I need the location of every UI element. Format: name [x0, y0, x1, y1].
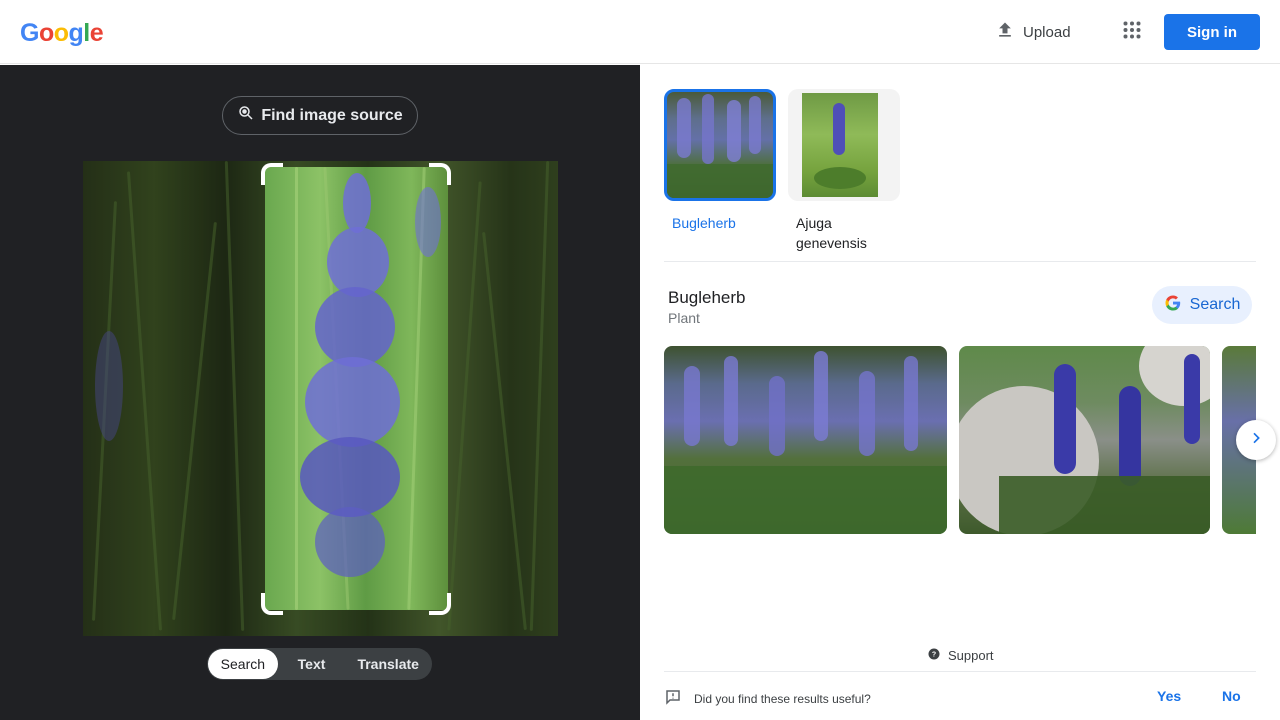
feedback-icon [664, 688, 682, 709]
crop-handle-top-left[interactable] [261, 163, 283, 185]
entity-title: Bugleherb [668, 288, 746, 307]
carousel-next-button[interactable] [1236, 420, 1276, 460]
upload-label: Upload [1023, 23, 1071, 41]
entity-thumbnail [788, 89, 900, 201]
feedback-question: Did you find these results useful? [664, 688, 871, 709]
crop-handle-bottom-right[interactable] [429, 593, 451, 615]
feedback-no-button[interactable]: No [1222, 688, 1241, 704]
find-image-source-label: Find image source [261, 106, 403, 124]
entity-search-button[interactable]: Search [1152, 286, 1252, 324]
support-label: Support [948, 648, 994, 663]
google-g-icon [1164, 294, 1182, 317]
mode-search-button[interactable]: Search [208, 649, 278, 679]
feedback-bar: Did you find these results useful? Yes N… [664, 671, 1256, 720]
feedback-question-text: Did you find these results useful? [694, 691, 871, 706]
lens-search-icon [237, 104, 255, 127]
mode-switch: Search Text Translate [207, 648, 432, 680]
top-header: Google Upload Sign in [0, 0, 1280, 64]
entity-chip-bugleherb[interactable]: Bugleherb [664, 89, 776, 233]
support-link[interactable]: ? Support [928, 648, 994, 663]
entity-chip-label: Bugleherb [672, 215, 736, 231]
entity-chip-ajuga-genevensis[interactable]: Ajuga genevensis [788, 89, 900, 253]
results-pane: Bugleherb Ajuga genevensis Bugleherb Pla… [640, 65, 1280, 720]
crop-handle-bottom-left[interactable] [261, 593, 283, 615]
result-image-2[interactable] [959, 346, 1210, 534]
result-image-1[interactable] [664, 346, 947, 534]
chevron-right-icon [1248, 430, 1264, 451]
upload-button[interactable]: Upload [985, 14, 1081, 50]
svg-text:?: ? [932, 652, 936, 659]
mode-text-button[interactable]: Text [278, 649, 346, 679]
entity-search-label: Search [1189, 296, 1241, 313]
query-image-pane: Find image source Search Text Translate [0, 65, 640, 720]
crop-region[interactable] [265, 167, 448, 610]
find-image-source-button[interactable]: Find image source [222, 96, 418, 135]
apps-grid-button[interactable] [1114, 14, 1150, 50]
upload-icon [995, 20, 1015, 44]
sign-in-button[interactable]: Sign in [1164, 14, 1260, 50]
feedback-yes-button[interactable]: Yes [1157, 688, 1181, 704]
google-logo[interactable]: Google [20, 19, 104, 48]
mode-translate-button[interactable]: Translate [345, 649, 431, 679]
crop-handle-top-right[interactable] [429, 163, 451, 185]
help-icon: ? [928, 648, 940, 663]
entity-thumbnail [664, 89, 776, 201]
divider [664, 261, 1256, 262]
entity-subtitle: Plant [668, 310, 700, 326]
apps-grid-icon [1123, 21, 1141, 44]
entity-chip-label: Ajuga genevensis [796, 215, 867, 251]
